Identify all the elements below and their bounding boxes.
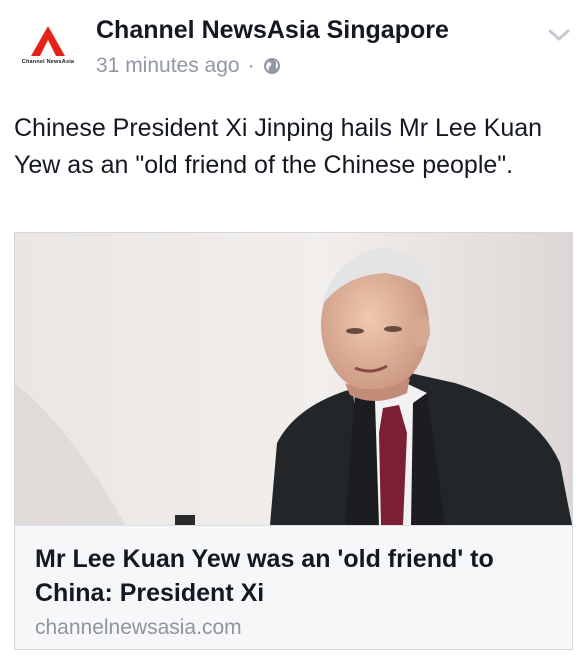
page-name-link[interactable]: Channel NewsAsia Singapore (96, 16, 449, 45)
link-preview-card[interactable]: Mr Lee Kuan Yew was an 'old friend' to C… (14, 232, 573, 650)
post-message: Chinese President Xi Jinping hails Mr Le… (14, 114, 543, 179)
channel-newsasia-logo-icon (31, 26, 65, 56)
chevron-down-icon[interactable] (548, 28, 570, 42)
page-avatar[interactable]: Channel NewsAsia (14, 22, 82, 90)
logo-text: Channel NewsAsia (21, 59, 75, 65)
link-preview-title[interactable]: Mr Lee Kuan Yew was an 'old friend' to C… (35, 542, 565, 610)
meta-separator: · (247, 54, 255, 77)
timestamp-link[interactable]: 31 minutes ago (96, 54, 240, 78)
article-photo[interactable] (15, 233, 572, 525)
globe-icon (263, 58, 280, 74)
link-preview-domain: channelnewsasia.com (35, 616, 242, 639)
post-header: Channel NewsAsia Channel NewsAsia Singap… (0, 0, 587, 100)
post-meta: 31 minutes ago · (96, 54, 281, 78)
link-preview-text[interactable]: Mr Lee Kuan Yew was an 'old friend' to C… (15, 525, 572, 649)
